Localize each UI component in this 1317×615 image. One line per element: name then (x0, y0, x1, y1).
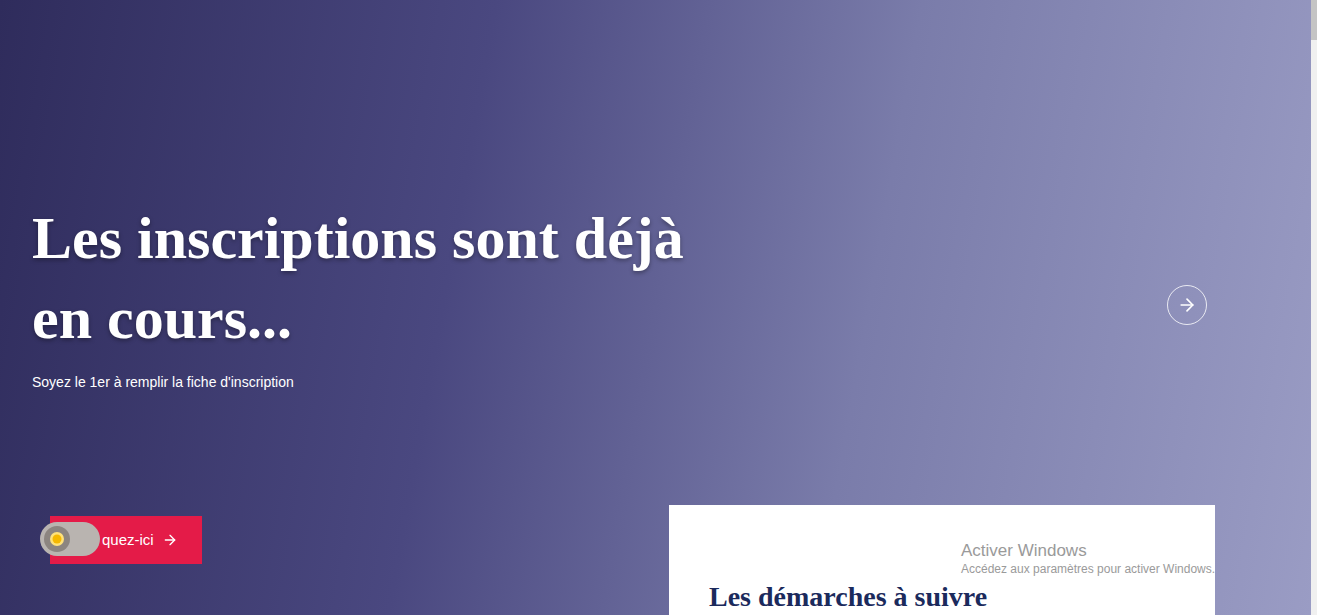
arrow-right-icon (162, 532, 178, 548)
page: Les inscriptions sont déjà en cours... So… (0, 0, 1317, 615)
hero-slide: Les inscriptions sont déjà en cours... So… (0, 0, 1311, 615)
arrow-right-icon (1177, 295, 1197, 315)
cta-wrapper: quez-ici (50, 516, 202, 564)
sun-icon (49, 531, 65, 547)
steps-title: Les démarches à suivre (709, 582, 1215, 612)
hero-subtitle: Soyez le 1er à remplir la fiche d'inscri… (32, 372, 294, 392)
windows-watermark: Activer WindowsAccédez aux paramètres po… (961, 541, 1215, 577)
hero-title: Les inscriptions sont déjà en cours... (32, 198, 692, 358)
steps-card: Les démarches à suivre (669, 505, 1215, 615)
watermark-title: Activer Windows (961, 541, 1215, 561)
theme-toggle[interactable] (40, 522, 100, 556)
next-slide-button[interactable] (1167, 285, 1207, 325)
toggle-knob (44, 526, 70, 552)
watermark-text: Accédez aux paramètres pour activer Wind… (961, 561, 1215, 577)
scrollbar-thumb[interactable] (1311, 0, 1317, 40)
scrollbar[interactable] (1311, 0, 1317, 615)
